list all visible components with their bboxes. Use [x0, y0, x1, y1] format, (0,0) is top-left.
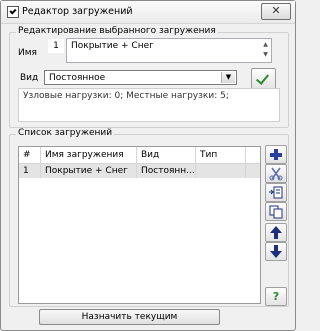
load-table[interactable]: # Имя загружения Вид Тип 1 Покрытие + Сн… [18, 146, 261, 304]
load-name-value: Покрытие + Снег [71, 41, 154, 51]
copy-icon [269, 205, 283, 219]
copy-load-button[interactable] [265, 202, 287, 221]
help-icon: ? [272, 290, 280, 303]
name-field-scroll[interactable]: ▲ ▼ [261, 40, 270, 61]
loads-info-text: Узловые нагрузки: 0; Местные нагрузки: 5… [23, 91, 229, 101]
add-icon [270, 149, 282, 160]
insert-icon [269, 186, 283, 199]
load-type-value: Постоянное [49, 73, 106, 83]
add-load-button[interactable] [265, 145, 287, 164]
move-down-icon [270, 245, 282, 258]
col-header-type[interactable]: Тип [196, 147, 246, 163]
type-label: Вид [20, 73, 39, 83]
help-button[interactable]: ? [265, 287, 287, 306]
load-name-field[interactable]: Покрытие + Снег ▲ ▼ [66, 38, 272, 63]
load-editor-window: Редактор загружений ✕ Редактирование выб… [0, 0, 296, 331]
name-label: Имя [18, 48, 37, 58]
close-button[interactable]: ✕ [261, 3, 291, 20]
delete-load-button[interactable] [265, 164, 287, 183]
row-kind: Постоянн... [137, 164, 196, 178]
col-header-num[interactable]: # [19, 147, 41, 163]
loads-info-box: Узловые нагрузки: 0; Местные нагрузки: 5… [18, 88, 280, 122]
move-down-button[interactable] [265, 242, 287, 261]
row-num: 1 [19, 164, 41, 178]
chevron-down-icon[interactable]: ▼ [221, 72, 235, 83]
assign-current-button[interactable]: Назначить текущим [39, 309, 220, 325]
edit-group-title: Редактирование выбранного загружения [16, 26, 218, 36]
load-number: 1 [48, 39, 64, 53]
title-bar: Редактор загружений ✕ [1, 1, 295, 24]
row-name: Покрытие + Снег [41, 164, 137, 178]
scroll-up-icon[interactable]: ▲ [261, 40, 270, 50]
table-row[interactable]: 1 Покрытие + Снег Постоянн... [19, 164, 260, 178]
insert-load-button[interactable] [265, 183, 287, 202]
table-header: # Имя загружения Вид Тип [19, 147, 260, 164]
apply-check-button[interactable] [251, 68, 276, 90]
scroll-down-icon[interactable]: ▼ [261, 50, 270, 60]
delete-icon [269, 167, 283, 181]
col-header-kind[interactable]: Вид [137, 147, 196, 163]
window-title: Редактор загружений [22, 6, 133, 17]
move-up-icon [270, 226, 282, 239]
list-group-title: Список загружений [16, 128, 115, 138]
load-type-select[interactable]: Постоянное ▼ [44, 70, 237, 85]
move-up-button[interactable] [265, 223, 287, 242]
app-icon [7, 6, 19, 18]
row-type [196, 164, 246, 178]
col-header-name[interactable]: Имя загружения [41, 147, 137, 163]
